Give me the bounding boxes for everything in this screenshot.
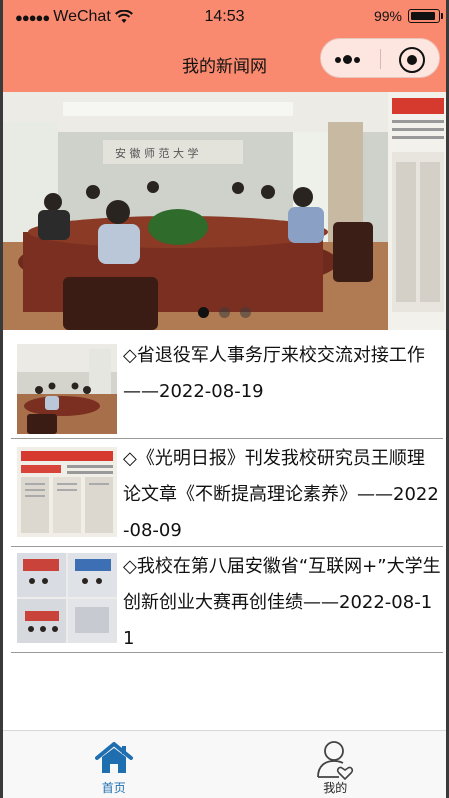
- close-target-icon[interactable]: [399, 47, 425, 73]
- capsule-divider: [380, 49, 381, 69]
- carousel-dot[interactable]: [240, 307, 251, 318]
- carousel-indicators: [3, 307, 446, 318]
- miniprogram-capsule: [320, 38, 440, 78]
- home-icon: [94, 742, 133, 773]
- news-item[interactable]: ◇省退役军人事务厅来校交流对接工作——2022-08-19: [11, 330, 443, 439]
- battery-percent: 99%: [373, 8, 402, 24]
- news-item[interactable]: ◇我校在第八届安徽省“互联网+”大学生创新创业大赛再创佳绩——2022-08-1…: [11, 547, 443, 653]
- banner-image-meeting: 安 徽 师 范 大 学: [3, 92, 446, 330]
- battery-icon: [408, 9, 443, 23]
- tab-bar: 首页 我的: [3, 730, 446, 798]
- app-frame: ●●●●● WeChat 14:53 99% 我的新闻网 安 徽 师 范 大 学…: [3, 0, 446, 798]
- banner-carousel[interactable]: 安 徽 师 范 大 学: [3, 92, 446, 330]
- news-title: ◇《光明日报》刊发我校研究员王顺理论文章《不断提高理论素养》——2022-08-…: [123, 448, 439, 541]
- tab-home-label: 首页: [101, 781, 126, 795]
- status-right: 99%: [373, 8, 443, 24]
- user-icon: [317, 741, 354, 781]
- news-thumbnail-newspaper: [17, 447, 117, 537]
- svg-text:安 徽 师 范 大 学: 安 徽 师 范 大 学: [115, 146, 198, 160]
- status-bar: ●●●●● WeChat 14:53 99%: [3, 0, 446, 36]
- carousel-dot[interactable]: [198, 307, 209, 318]
- news-thumbnail-award: [17, 553, 117, 643]
- navigation-bar: 我的新闻网: [3, 36, 446, 92]
- carousel-dot[interactable]: [219, 307, 230, 318]
- news-list: ◇省退役军人事务厅来校交流对接工作——2022-08-19 ◇《光明日报》刊发我…: [11, 330, 443, 653]
- tab-mine[interactable]: 我的: [225, 731, 447, 798]
- news-item[interactable]: ◇《光明日报》刊发我校研究员王顺理论文章《不断提高理论素养》——2022-08-…: [11, 439, 443, 547]
- news-title: ◇我校在第八届安徽省“互联网+”大学生创新创业大赛再创佳绩——2022-08-1…: [123, 556, 441, 649]
- more-dots-icon[interactable]: [335, 39, 367, 79]
- tab-mine-label: 我的: [323, 781, 348, 795]
- news-title: ◇省退役军人事务厅来校交流对接工作——2022-08-19: [123, 345, 425, 402]
- news-thumbnail-meeting: [17, 344, 117, 434]
- tab-home[interactable]: 首页: [3, 731, 225, 798]
